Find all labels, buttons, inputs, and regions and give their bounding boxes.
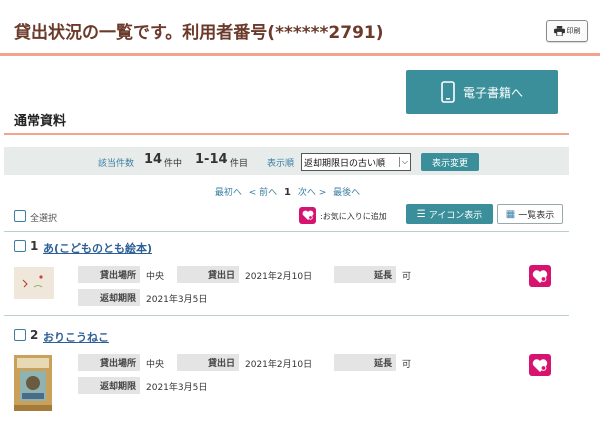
print-button[interactable]: 印刷 xyxy=(546,20,588,42)
add-favorite-button[interactable] xyxy=(529,265,551,287)
field-value-date: 2021年2月10日 xyxy=(245,360,313,370)
count-unit: 件中 xyxy=(164,159,183,169)
pager-last-link[interactable]: 最後へ xyxy=(333,188,360,198)
item-number: 2 xyxy=(30,328,39,342)
pager: 最初へ < 前へ 1 次へ > 最後へ xyxy=(0,185,575,198)
count-label: 該当件数 xyxy=(98,159,135,169)
sort-label: 表示順 xyxy=(267,159,295,169)
list-view-label: 一覧表示 xyxy=(518,210,555,221)
item-divider xyxy=(4,315,569,316)
range-value: 1-14 xyxy=(195,152,228,167)
favorite-add-label: :お気に入りに追加 xyxy=(320,212,387,221)
field-label-location: 貸出場所 xyxy=(78,354,140,371)
field-label-due: 返却期限 xyxy=(78,289,140,306)
icon-view-label: アイコン表示 xyxy=(428,210,483,221)
favorite-legend-icon xyxy=(299,207,316,224)
smartphone-icon xyxy=(441,81,455,103)
field-label-extend: 延長 xyxy=(334,354,396,371)
pager-first-link[interactable]: 最初へ xyxy=(215,188,242,198)
sort-select[interactable]: 返却期限日の古い順 ⌵ xyxy=(301,153,411,171)
field-value-location: 中央 xyxy=(146,360,165,370)
field-label-extend: 延長 xyxy=(334,266,396,283)
apply-sort-button[interactable]: 表示変更 xyxy=(421,153,479,171)
field-label-date: 貸出日 xyxy=(177,266,239,283)
item-title-link[interactable]: おりこうねこ xyxy=(43,329,109,345)
pager-next-link[interactable]: 次へ > xyxy=(298,188,326,198)
list-bullets-icon: ☰ xyxy=(416,208,426,220)
ebook-button[interactable]: 電子書籍へ xyxy=(406,70,558,114)
select-all-label: 全選択 xyxy=(30,214,58,224)
field-value-extend: 可 xyxy=(402,272,412,282)
item-checkbox[interactable] xyxy=(14,329,26,341)
book-cover-thumbnail[interactable] xyxy=(14,355,52,411)
heart-icon xyxy=(532,269,548,283)
field-label-due: 返却期限 xyxy=(78,377,140,394)
printer-icon xyxy=(553,26,565,36)
pager-prev-link[interactable]: < 前へ xyxy=(249,188,277,198)
icon-view-button[interactable]: ☰ アイコン表示 xyxy=(406,204,493,224)
item-number: 1 xyxy=(30,239,39,253)
count-value: 14 xyxy=(144,152,163,167)
select-all-checkbox[interactable] xyxy=(14,210,26,222)
list-view-button[interactable]: ▦ 一覧表示 xyxy=(497,204,563,224)
heart-icon xyxy=(532,358,548,372)
item-checkbox[interactable] xyxy=(14,240,26,252)
table-grid-icon: ▦ xyxy=(505,208,516,220)
book-cover-thumbnail[interactable] xyxy=(14,267,54,299)
toolbar-divider xyxy=(4,231,569,232)
field-label-date: 貸出日 xyxy=(177,354,239,371)
page-title: 貸出状況の一覧です。利用者番号(******2791) xyxy=(14,23,384,43)
section-divider xyxy=(4,133,569,135)
field-value-due: 2021年3月5日 xyxy=(146,295,208,305)
field-value-date: 2021年2月10日 xyxy=(245,272,313,282)
add-favorite-button[interactable] xyxy=(529,354,551,376)
sort-select-value: 返却期限日の古い順 xyxy=(304,158,386,169)
pager-current: 1 xyxy=(284,187,291,198)
field-value-due: 2021年3月5日 xyxy=(146,383,208,393)
range-unit: 件目 xyxy=(230,159,249,169)
print-label: 印刷 xyxy=(566,27,581,35)
header-divider xyxy=(0,53,600,56)
section-title: 通常資料 xyxy=(14,114,67,129)
chevron-down-icon: ⌵ xyxy=(398,157,408,167)
field-label-location: 貸出場所 xyxy=(78,266,140,283)
field-value-location: 中央 xyxy=(146,272,165,282)
item-title-link[interactable]: あ(こどものとも絵本) xyxy=(43,240,152,256)
field-value-extend: 可 xyxy=(402,360,412,370)
ebook-button-label: 電子書籍へ xyxy=(462,85,523,100)
